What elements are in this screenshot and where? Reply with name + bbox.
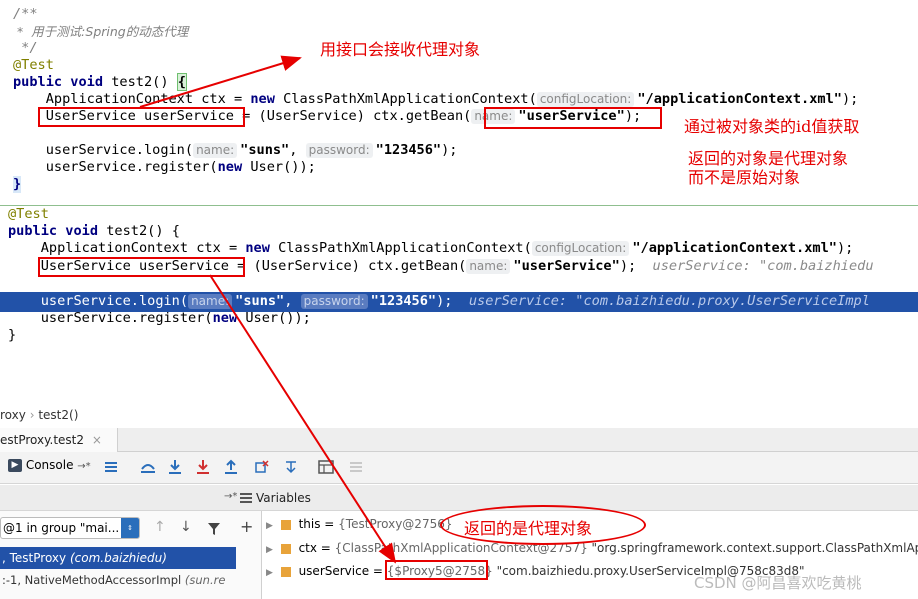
arrow-to-note1	[139, 55, 302, 108]
watermark: CSDN @阿昌喜欢吃黄桃	[694, 574, 862, 592]
annotation-arrows	[139, 55, 397, 564]
arrow-to-proxy	[209, 274, 397, 564]
